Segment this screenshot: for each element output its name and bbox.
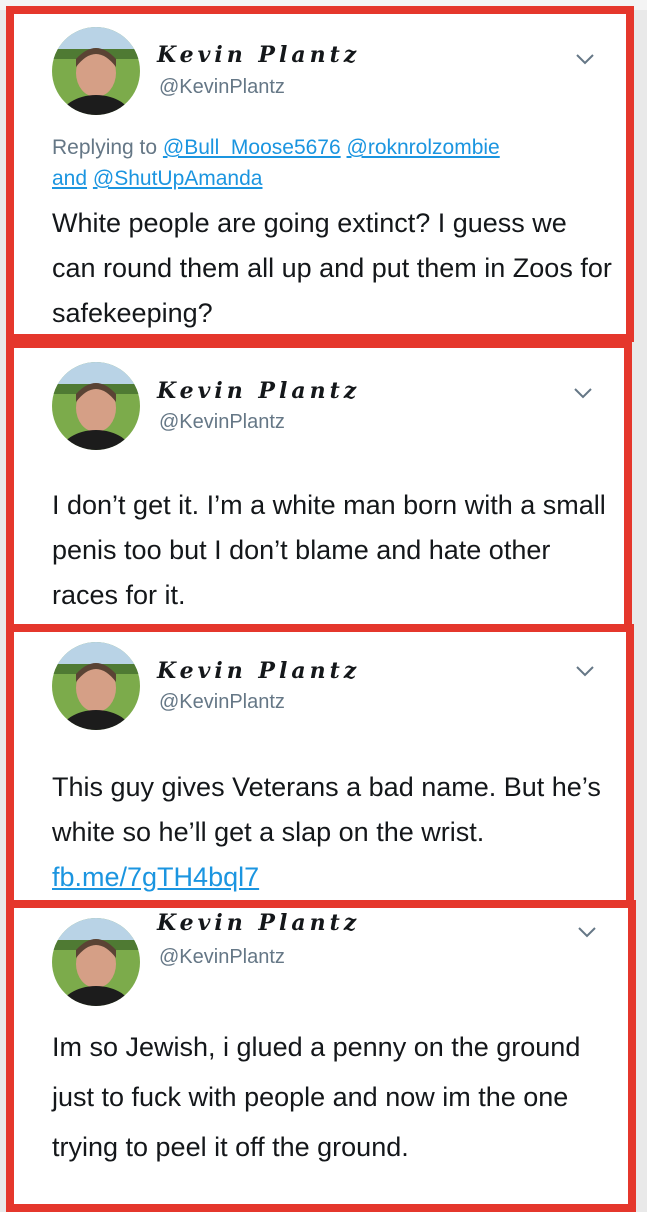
tweet-text: This guy gives Veterans a bad name. But … [52,765,612,900]
user-handle[interactable]: @KevinPlantz [159,691,285,714]
user-handle[interactable]: @KevinPlantz [159,411,285,434]
tweet-card-1[interactable]: Kevin Plantz @KevinPlantz Replying to @B… [6,6,634,342]
tweet-text: White people are going extinct? I guess … [52,208,612,328]
replying-to: Replying to @Bull_Moose5676 @roknrolzomb… [52,132,612,194]
mention-link[interactable]: @Bull_Moose5676 [163,136,341,159]
user-handle[interactable]: @KevinPlantz [159,946,285,969]
tweet-text-body: This guy gives Veterans a bad name. But … [52,772,601,847]
mention-link[interactable]: @roknrolzombie [347,136,500,159]
avatar-image [52,362,140,450]
avatar[interactable] [52,642,140,730]
tweet-text: I don’t get it. I’m a white man born wit… [52,490,606,610]
avatar-image [52,918,140,1006]
avatar[interactable] [52,918,140,1006]
avatar-image [52,642,140,730]
tweet-text: Im so Jewish, i glued a penny on the gro… [52,1032,581,1162]
tweet-card-3[interactable]: Kevin Plantz @KevinPlantz This guy gives… [6,624,634,908]
reply-prefix: Replying to [52,136,158,159]
display-name[interactable]: Kevin Plantz [157,378,360,404]
tweet-card-4[interactable]: Kevin Plantz @KevinPlantz Im so Jewish, … [6,900,636,1212]
display-name[interactable]: Kevin Plantz [157,658,360,684]
mention-link[interactable]: @ShutUpAmanda [93,167,263,190]
chevron-down-icon[interactable] [574,664,596,678]
display-name[interactable]: Kevin Plantz [157,42,360,68]
chevron-down-icon[interactable] [572,386,594,400]
reply-joiner[interactable]: and [52,167,87,190]
chevron-down-icon[interactable] [576,925,598,939]
avatar-image [52,27,140,115]
display-name[interactable]: Kevin Plantz [157,910,360,936]
tweet-card-2[interactable]: Kevin Plantz @KevinPlantz I don’t get it… [6,340,632,636]
user-handle[interactable]: @KevinPlantz [159,76,285,99]
avatar[interactable] [52,27,140,115]
tweet-link[interactable]: fb.me/7gTH4bql7 [52,862,259,892]
avatar[interactable] [52,362,140,450]
chevron-down-icon[interactable] [574,52,596,66]
